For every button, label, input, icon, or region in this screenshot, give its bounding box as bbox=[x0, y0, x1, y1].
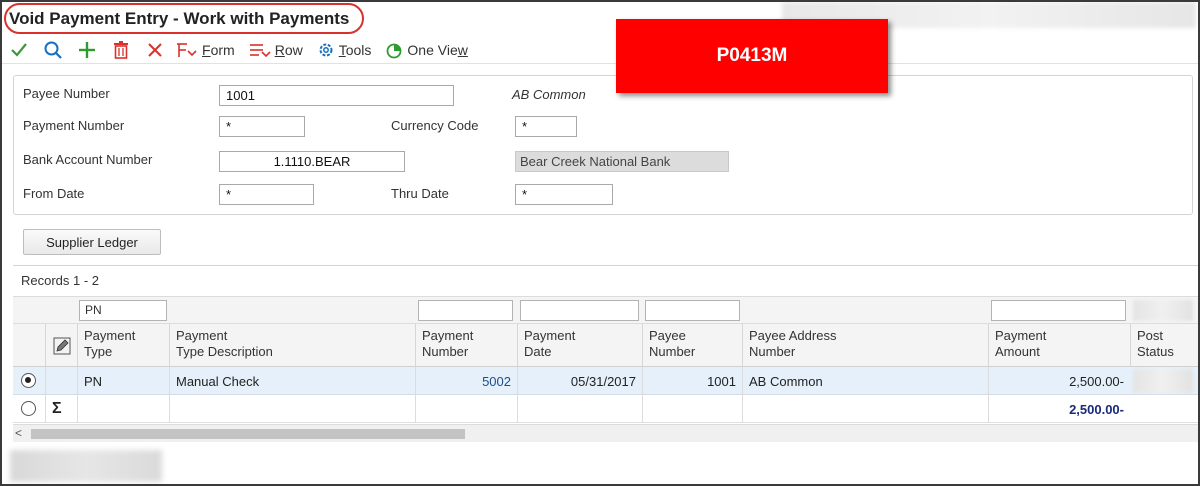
delete-icon[interactable] bbox=[104, 36, 138, 64]
thru-date-field[interactable]: * bbox=[515, 184, 613, 205]
qbe-row: PN bbox=[13, 296, 1198, 323]
scrollbar-thumb[interactable] bbox=[31, 429, 465, 439]
application-window: Void Payment Entry - Work with Payments … bbox=[0, 0, 1200, 486]
records-count: Records 1 - 2 bbox=[21, 273, 100, 288]
bank-account-label: Bank Account Number bbox=[23, 152, 153, 167]
gear-icon bbox=[319, 43, 333, 56]
form-menu-label: Form bbox=[202, 41, 235, 58]
payee-number-field[interactable]: 1001 bbox=[219, 85, 454, 106]
bank-account-field[interactable]: 1.1110.BEAR bbox=[219, 151, 405, 172]
check-icon[interactable] bbox=[2, 36, 36, 64]
payee-name-text: AB Common bbox=[512, 87, 586, 102]
redacted-region bbox=[1133, 369, 1193, 393]
qbe-payment-type[interactable]: PN bbox=[79, 300, 167, 321]
col-payee-number[interactable]: Payee Number bbox=[642, 324, 742, 368]
grid-settings-cell[interactable] bbox=[45, 324, 77, 368]
edit-icon bbox=[53, 337, 70, 355]
currency-code-field[interactable]: * bbox=[515, 116, 577, 137]
tools-menu[interactable]: Tools bbox=[317, 41, 372, 59]
table-row[interactable]: PN Manual Check 5002 05/31/2017 1001 AB … bbox=[13, 367, 1198, 395]
currency-code-label: Currency Code bbox=[391, 118, 479, 133]
horizontal-scrollbar[interactable]: < bbox=[13, 424, 1198, 442]
cell-payment-amount: 2,500.00- bbox=[988, 367, 1130, 395]
toolbar: Form Row Tools One View bbox=[2, 36, 1198, 64]
empty-cell bbox=[642, 395, 742, 423]
cell-payment-number[interactable]: 5002 bbox=[415, 367, 517, 395]
form-icon bbox=[177, 42, 197, 57]
empty-cell bbox=[517, 395, 642, 423]
col-payment-number[interactable]: Payment Number bbox=[415, 324, 517, 368]
redacted-region bbox=[1133, 300, 1193, 321]
qbe-payment-date[interactable] bbox=[520, 300, 639, 321]
one-view-menu-label: One View bbox=[407, 41, 468, 58]
col-post-status[interactable]: Post Status bbox=[1130, 324, 1198, 368]
total-row[interactable]: Σ 2,500.00- bbox=[13, 395, 1198, 423]
filter-panel: Payee Number 1001 AB Common Payment Numb… bbox=[13, 75, 1193, 215]
sum-icon: Σ bbox=[45, 395, 77, 423]
cell-payee-number: 1001 bbox=[642, 367, 742, 395]
bank-name-text: Bear Creek National Bank bbox=[515, 151, 729, 172]
total-payment-amount: 2,500.00- bbox=[988, 395, 1130, 423]
empty-cell bbox=[169, 395, 415, 423]
scroll-left-icon[interactable]: < bbox=[15, 426, 22, 440]
col-type-description[interactable]: Payment Type Description bbox=[169, 324, 415, 368]
empty-cell bbox=[742, 395, 988, 423]
one-view-menu[interactable]: One View bbox=[385, 41, 468, 59]
row-menu[interactable]: Row bbox=[249, 41, 303, 59]
payments-grid: Records 1 - 2 PN Payment Type Payment Type… bbox=[13, 265, 1198, 445]
page-title: Void Payment Entry - Work with Payments bbox=[9, 9, 350, 28]
payment-number-field[interactable]: * bbox=[219, 116, 305, 137]
col-payment-amount[interactable]: Payment Amount bbox=[988, 324, 1130, 368]
search-icon[interactable] bbox=[36, 36, 70, 64]
cell-payment-date: 05/31/2017 bbox=[517, 367, 642, 395]
qbe-payment-amount[interactable] bbox=[991, 300, 1126, 321]
col-payee-address-number[interactable]: Payee Address Number bbox=[742, 324, 988, 368]
payee-number-label: Payee Number bbox=[23, 86, 110, 101]
redacted-region bbox=[10, 450, 162, 482]
empty-cell bbox=[77, 395, 169, 423]
col-payment-date[interactable]: Payment Date bbox=[517, 324, 642, 368]
form-menu[interactable]: Form bbox=[176, 41, 235, 59]
chart-icon bbox=[387, 43, 402, 58]
title-bar: Void Payment Entry - Work with Payments bbox=[2, 2, 1198, 36]
empty-cell bbox=[415, 395, 517, 423]
tools-menu-label: Tools bbox=[338, 41, 372, 58]
thru-date-label: Thru Date bbox=[391, 186, 449, 201]
payment-number-label: Payment Number bbox=[23, 118, 125, 133]
close-icon[interactable] bbox=[138, 36, 172, 64]
program-id-badge: P0413M bbox=[616, 19, 888, 93]
qbe-payee-number[interactable] bbox=[645, 300, 740, 321]
qbe-payment-number[interactable] bbox=[418, 300, 513, 321]
cell-payee-address: AB Common bbox=[742, 367, 988, 395]
cell-payment-type: PN bbox=[77, 367, 169, 395]
from-date-label: From Date bbox=[23, 186, 85, 201]
row-icon-cell bbox=[45, 367, 77, 395]
row-select-radio[interactable] bbox=[21, 373, 36, 388]
row-icon bbox=[249, 43, 271, 57]
col-payment-type[interactable]: Payment Type bbox=[77, 324, 169, 368]
from-date-field[interactable]: * bbox=[219, 184, 314, 205]
grid-header-row: Payment Type Payment Type Description Paym… bbox=[13, 323, 1198, 368]
add-icon[interactable] bbox=[70, 36, 104, 64]
supplier-ledger-button[interactable]: Supplier Ledger bbox=[23, 229, 161, 255]
total-row-radio[interactable] bbox=[21, 401, 36, 416]
row-menu-label: Row bbox=[274, 41, 303, 58]
cell-type-description: Manual Check bbox=[169, 367, 415, 395]
